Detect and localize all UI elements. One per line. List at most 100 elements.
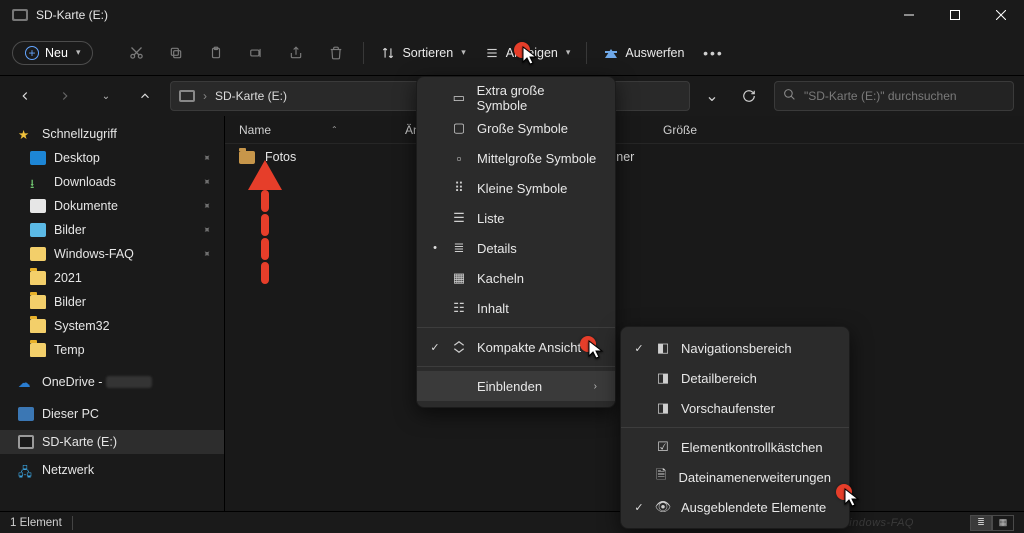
label: Bilder bbox=[54, 223, 86, 237]
sidebar-item-system32[interactable]: System32 bbox=[0, 314, 224, 338]
file-icon: 🗎 bbox=[654, 466, 669, 488]
search-icon bbox=[783, 88, 796, 104]
up-button[interactable] bbox=[130, 81, 160, 111]
sidebar-item-windowsfaq[interactable]: Windows-FAQ✦ bbox=[0, 242, 224, 266]
sidebar-network[interactable]: 🖧Netzwerk bbox=[0, 458, 224, 482]
label: Kacheln bbox=[477, 271, 524, 286]
pin-icon: ✦ bbox=[199, 151, 213, 165]
eject-label: Auswerfen bbox=[625, 46, 684, 60]
sidebar-onedrive[interactable]: ☁OneDrive - bbox=[0, 370, 224, 394]
pictures-icon bbox=[30, 223, 46, 237]
copy-button[interactable] bbox=[159, 37, 193, 69]
close-button[interactable] bbox=[978, 0, 1024, 30]
more-icon: ••• bbox=[703, 45, 724, 61]
folder-icon bbox=[30, 247, 46, 261]
drive-icon bbox=[18, 435, 34, 449]
sidebar-item-documents[interactable]: Dokumente✦ bbox=[0, 194, 224, 218]
sidebar-item-desktop[interactable]: Desktop✦ bbox=[0, 146, 224, 170]
sidebar-item-pictures[interactable]: Bilder✦ bbox=[0, 218, 224, 242]
label: Dateinamenerweiterungen bbox=[679, 470, 831, 485]
thumbnail-view-button[interactable]: ▦ bbox=[992, 515, 1014, 531]
pane-icon: ◧ bbox=[655, 340, 671, 356]
label: Temp bbox=[54, 343, 85, 357]
sidebar: ★Schnellzugriff Desktop✦ ⭳Downloads✦ Dok… bbox=[0, 116, 225, 511]
label: Kleine Symbole bbox=[477, 181, 567, 196]
breadcrumb[interactable]: SD-Karte (E:) bbox=[215, 89, 287, 103]
label: Extra große Symbole bbox=[477, 83, 597, 113]
address-dropdown[interactable]: ⌄ bbox=[700, 86, 724, 106]
new-button[interactable]: + Neu ▾ bbox=[12, 41, 93, 65]
label: Vorschaufenster bbox=[681, 401, 775, 416]
pane-icon: ◨ bbox=[655, 400, 671, 416]
submenu-hidden[interactable]: ✓👁Ausgeblendete Elemente bbox=[621, 492, 849, 522]
sidebar-quick-access[interactable]: ★Schnellzugriff bbox=[0, 122, 224, 146]
new-label: Neu bbox=[45, 46, 68, 60]
submenu-navigation[interactable]: ✓◧Navigationsbereich bbox=[621, 333, 849, 363]
eject-icon bbox=[603, 45, 619, 61]
cut-button[interactable] bbox=[119, 37, 153, 69]
menu-extra-large[interactable]: ▭ Extra große Symbole bbox=[417, 83, 615, 113]
label: Kompakte Ansicht bbox=[477, 340, 581, 355]
sidebar-item-temp[interactable]: Temp bbox=[0, 338, 224, 362]
window-title: SD-Karte (E:) bbox=[36, 8, 108, 22]
plus-icon: + bbox=[25, 46, 39, 60]
col-name[interactable]: Name⌃ bbox=[239, 123, 393, 137]
label: Detailbereich bbox=[681, 371, 757, 386]
details-view-button[interactable]: ≣ bbox=[970, 515, 992, 531]
menu-content[interactable]: ☷Inhalt bbox=[417, 293, 615, 323]
label: Dokumente bbox=[54, 199, 118, 213]
view-menu: ▭ Extra große Symbole ▢Große Symbole ▫Mit… bbox=[416, 76, 616, 408]
pin-icon: ✦ bbox=[199, 175, 213, 189]
status-bar: 1 Element Windows-FAQ ≣ ▦ bbox=[0, 511, 1024, 533]
menu-medium[interactable]: ▫Mittelgroße Symbole bbox=[417, 143, 615, 173]
label: Mittelgroße Symbole bbox=[477, 151, 596, 166]
minimize-button[interactable] bbox=[886, 0, 932, 30]
titlebar: SD-Karte (E:) bbox=[0, 0, 1024, 30]
sidebar-this-pc[interactable]: Dieser PC bbox=[0, 402, 224, 426]
rename-button[interactable] bbox=[239, 37, 273, 69]
submenu-detail[interactable]: ◨ Detailbereich bbox=[621, 363, 849, 393]
label: Downloads bbox=[54, 175, 116, 189]
path-separator: › bbox=[203, 89, 207, 103]
eject-button[interactable]: Auswerfen bbox=[597, 41, 690, 65]
label: Windows-FAQ bbox=[54, 247, 134, 261]
icon: ▭ bbox=[451, 90, 467, 106]
delete-button[interactable] bbox=[319, 37, 353, 69]
sort-button[interactable]: Sortieren ▾ bbox=[374, 41, 471, 65]
menu-list[interactable]: ☰Liste bbox=[417, 203, 615, 233]
cursor bbox=[844, 488, 860, 513]
icon: ⠿ bbox=[451, 180, 467, 196]
checkbox-icon: ☑ bbox=[655, 439, 671, 455]
maximize-button[interactable] bbox=[932, 0, 978, 30]
menu-small[interactable]: ⠿ Kleine Symbole bbox=[417, 173, 615, 203]
recent-button[interactable]: ⌄ bbox=[90, 81, 120, 111]
sidebar-item-2021[interactable]: 2021 bbox=[0, 266, 224, 290]
sidebar-drive[interactable]: SD-Karte (E:) bbox=[0, 430, 224, 454]
menu-large[interactable]: ▢Große Symbole bbox=[417, 113, 615, 143]
submenu-checkboxes[interactable]: ☑Elementkontrollkästchen bbox=[621, 432, 849, 462]
paste-button[interactable] bbox=[199, 37, 233, 69]
search-input[interactable]: "SD-Karte (E:)" durchsuchen bbox=[774, 81, 1014, 111]
menu-tiles[interactable]: ▦Kacheln bbox=[417, 263, 615, 293]
pane-icon: ◨ bbox=[655, 370, 671, 386]
menu-show[interactable]: Einblenden› bbox=[417, 371, 615, 401]
submenu-preview[interactable]: ◨ Vorschaufenster bbox=[621, 393, 849, 423]
back-button[interactable] bbox=[10, 81, 40, 111]
sidebar-item-downloads[interactable]: ⭳Downloads✦ bbox=[0, 170, 224, 194]
label: SD-Karte (E:) bbox=[42, 435, 117, 449]
submenu-extensions[interactable]: 🗎 Dateinamenerweiterungen bbox=[621, 462, 849, 492]
sidebar-item-bilder[interactable]: Bilder bbox=[0, 290, 224, 314]
label: Liste bbox=[477, 211, 504, 226]
label: System32 bbox=[54, 319, 110, 333]
forward-button[interactable] bbox=[50, 81, 80, 111]
label: Details bbox=[477, 241, 517, 256]
table-row[interactable]: Fotos Dateiordner bbox=[225, 144, 1024, 170]
menu-details[interactable]: •≣Details bbox=[417, 233, 615, 263]
share-button[interactable] bbox=[279, 37, 313, 69]
star-icon: ★ bbox=[18, 127, 34, 141]
chevron-down-icon: ▾ bbox=[76, 47, 81, 58]
col-size[interactable]: Größe bbox=[663, 123, 743, 137]
show-submenu: ✓◧Navigationsbereich ◨ Detailbereich ◨ Vor… bbox=[620, 326, 850, 529]
refresh-button[interactable] bbox=[734, 89, 764, 103]
more-button[interactable]: ••• bbox=[696, 37, 730, 69]
